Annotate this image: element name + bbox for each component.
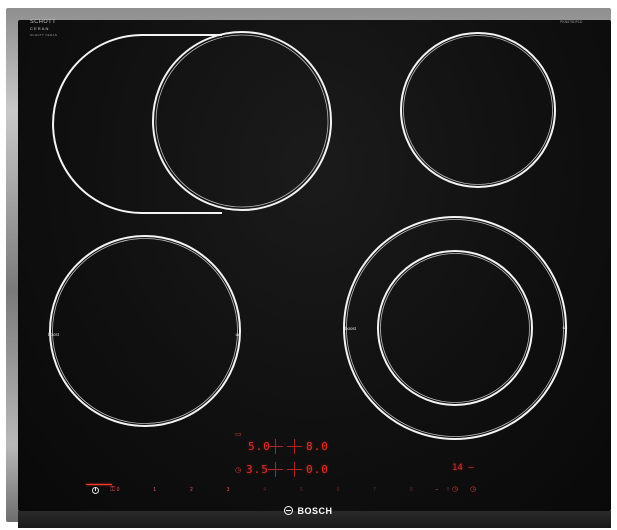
power-level-8[interactable]: 8 [410,487,413,493]
timer-unit: – [468,463,474,473]
rear-left-cross-marker [268,439,283,454]
front-right-cross-marker [287,462,302,477]
front-left-power-readout: 3.5 [246,463,269,476]
rear-right-power-readout: 8.0 [306,440,329,453]
power-level-1[interactable]: 1 [153,487,156,493]
power-level-4[interactable]: 4 [263,487,266,493]
front-left-cross-marker [268,462,283,477]
power-level-slider[interactable]: 0 1 2 3 4 5 6 7 8 9 [88,487,488,497]
rear-left-zone [152,31,332,211]
rear-right-zone [400,32,556,188]
power-level-5[interactable]: 5 [300,487,303,493]
power-level-3[interactable]: 3 [227,487,230,493]
front-left-zone [49,235,241,427]
front-right-inner-zone [377,250,533,406]
rear-right-zone-inner [403,35,553,185]
front-right-boost-label: boost [345,326,357,331]
timer-button[interactable]: ◷ [452,485,458,493]
front-right-power-readout: 0.0 [306,463,329,476]
front-left-boost-label: boost [48,332,60,337]
timer-value: 14 [452,463,463,473]
timer-readout: 14 – [452,463,474,473]
rear-left-extended-zone-outline [52,34,222,214]
active-indicator-line [86,484,112,485]
front-right-outer-zone-inner [346,219,564,437]
minus-button[interactable]: – [435,485,439,493]
timer-zone-icon: ◷ [235,466,242,474]
power-level-6[interactable]: 6 [337,487,340,493]
power-level-0[interactable]: 0 [117,487,120,493]
bosch-armature-icon [284,506,294,515]
front-right-dual-zone-icon: ≈ [562,324,568,332]
stopwatch-button[interactable]: ◷ [470,485,476,493]
rear-right-cross-marker [287,439,302,454]
power-level-2[interactable]: 2 [190,487,193,493]
power-level-9[interactable]: 9 [447,487,450,493]
rear-left-zone-inner [155,34,329,208]
brand-logo: BOSCH [0,506,617,516]
power-level-7[interactable]: 7 [373,487,376,493]
front-right-inner-zone-inner [380,253,530,403]
front-left-zone-inner [52,238,238,424]
brand-name: BOSCH [297,506,333,516]
rear-left-indicator-icon: ▭ [235,430,242,438]
front-left-zone-icon: ≈ [235,331,241,339]
